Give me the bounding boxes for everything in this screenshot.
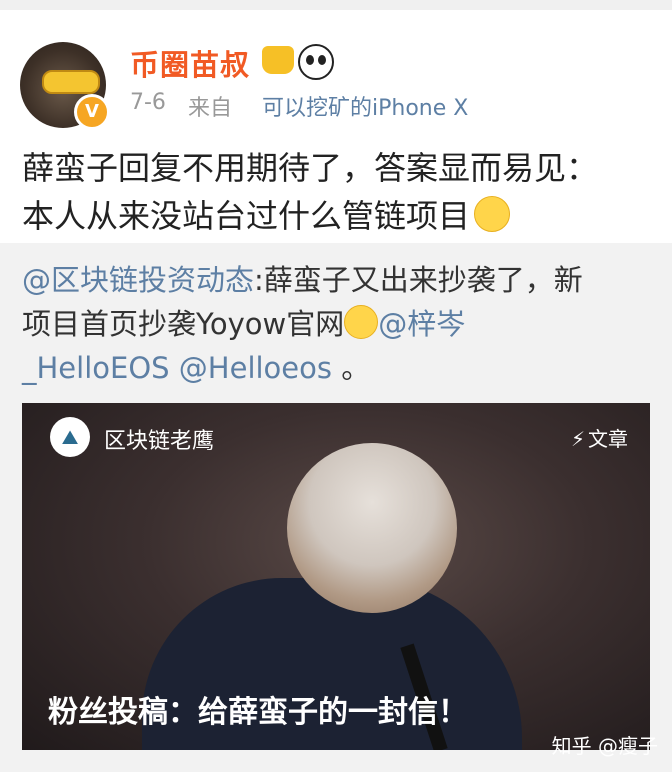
mention-zicen[interactable]: @梓岑 [378, 307, 465, 341]
crown-icon [262, 46, 294, 74]
smile-icon [474, 196, 511, 232]
video-banner-text: 粉丝投稿：给薛蛮子的一封信！ [48, 695, 468, 730]
article-tag: ⚡ 文章 [571, 423, 628, 452]
repost-text-part1: :薛蛮子又出来抄袭了，新 [254, 263, 583, 297]
repost-end-mark: 。 [341, 351, 371, 385]
post-from-label: 来自 [188, 96, 233, 121]
repost-text: @区块链投资动态:薛蛮子又出来抄袭了，新 项目首页抄袭Yoyow官网 @梓岑 _H… [22, 258, 652, 390]
post-text-line1: 薛蛮子回复不用期待了，答案显而易见： [22, 149, 599, 187]
avatar-badge [42, 70, 100, 94]
post-date: 7-6 [130, 90, 166, 115]
watermark: 知乎 @瘦子 [551, 734, 658, 758]
person-figure-head [287, 443, 457, 613]
post-text: 薛蛮子回复不用期待了，答案显而易见： 本人从来没站台过什么管链项目 [22, 144, 652, 240]
post-device-link[interactable]: 可以挖矿的iPhone X [262, 90, 468, 122]
video-card[interactable]: ⛰ 区块链老鹰 ⚡ 文章 粉丝投稿：给薛蛮子的一封信！ [22, 403, 650, 750]
panda-icon [298, 44, 334, 80]
verified-badge-icon: V [74, 94, 110, 130]
bolt-icon: ⚡ [570, 427, 585, 451]
sweat-icon [344, 305, 379, 339]
article-tag-label: 文章 [588, 427, 628, 451]
repost-author-mention[interactable]: @区块链投资动态 [22, 263, 254, 297]
mention-helloeos-underscore[interactable]: _HelloEOS [22, 351, 170, 385]
channel-logo-icon[interactable]: ⛰ [50, 417, 90, 457]
mention-helloeos[interactable]: @Helloeos [179, 351, 332, 385]
top-strip [0, 0, 672, 10]
post-text-line2: 本人从来没站台过什么管链项目 [22, 192, 652, 240]
post-text-line2-content: 本人从来没站台过什么管链项目 [22, 197, 471, 235]
user-name[interactable]: 币圈苗叔 [130, 42, 250, 84]
repost-text-part2: 项目首页抄袭Yoyow官网 [22, 307, 345, 341]
channel-name[interactable]: 区块链老鹰 [104, 423, 214, 455]
